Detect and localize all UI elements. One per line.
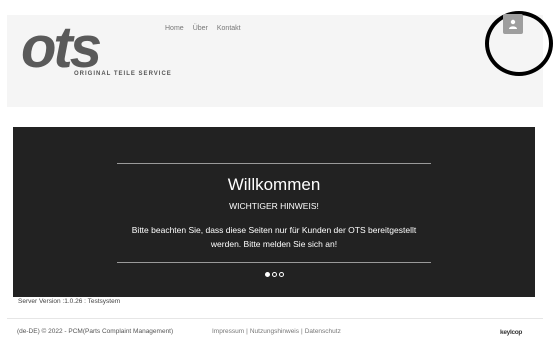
logo-subtitle: ORIGINAL TEILE SERVICE: [74, 71, 172, 77]
carousel-dot-3[interactable]: [278, 272, 284, 277]
banner-divider-top: [117, 163, 431, 164]
footer-link-nutzungshinweis[interactable]: Nutzungshinweis: [250, 328, 299, 335]
banner-divider-bottom: [117, 262, 431, 263]
site-header: ots ORIGINAL TEILE SERVICE Home Über Kon…: [7, 15, 543, 107]
footer-link-impressum[interactable]: Impressum: [212, 328, 244, 335]
footer-link-datenschutz[interactable]: Datenschutz: [305, 328, 341, 335]
main-nav: Home Über Kontakt: [165, 25, 241, 32]
carousel-dot-1[interactable]: [264, 272, 270, 277]
nav-about[interactable]: Über: [193, 25, 208, 32]
server-version: Server Version :1.0.26 : Testsystem: [18, 298, 121, 305]
welcome-carousel: Willkommen WICHTIGER HINWEIS! Bitte beac…: [13, 127, 535, 297]
carousel-dot-2[interactable]: [271, 272, 277, 277]
banner-message: Bitte beachten Sie, dass diese Seiten nu…: [131, 225, 417, 249]
ots-logo[interactable]: ots ORIGINAL TEILE SERVICE: [19, 15, 171, 85]
banner-title: Willkommen: [227, 175, 321, 194]
user-account-button[interactable]: [503, 14, 523, 34]
footer-links: Impressum | Nutzungshinweis | Datenschutz: [212, 328, 341, 335]
footer-divider: [7, 318, 543, 319]
footer-brand: keylcop: [500, 329, 523, 336]
user-icon: [509, 19, 517, 29]
nav-contact[interactable]: Kontakt: [217, 25, 241, 32]
carousel-indicators: [13, 272, 535, 277]
nav-home[interactable]: Home: [165, 25, 184, 32]
footer-copyright: (de-DE) © 2022 - PCM(Parts Complaint Man…: [17, 328, 174, 335]
banner-subtitle: WICHTIGER HINWEIS!: [229, 201, 319, 211]
